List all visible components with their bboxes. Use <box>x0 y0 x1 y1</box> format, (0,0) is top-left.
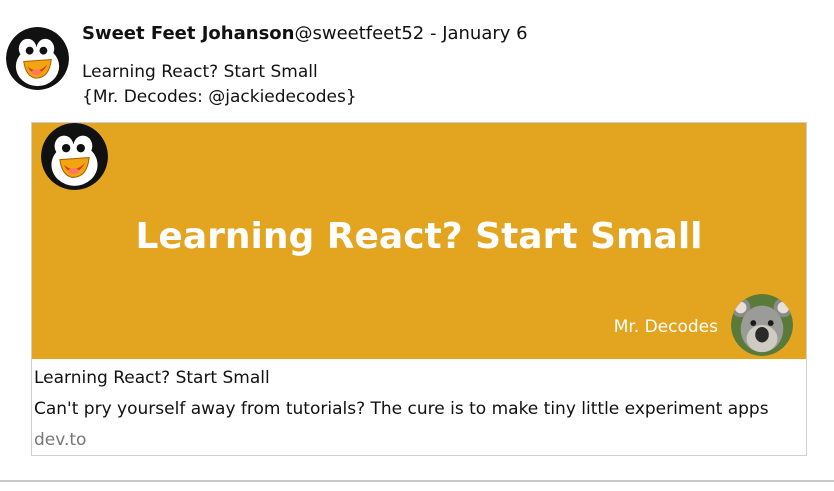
card-domain[interactable]: dev.to <box>34 428 86 452</box>
post-item: Sweet Feet Johanson@sweetfeet52 - Januar… <box>0 0 834 482</box>
penguin-avatar-icon[interactable] <box>6 27 69 90</box>
post-body-line: {Mr. Decodes: @jackiedecodes} <box>82 87 357 107</box>
penguin-logo-icon <box>41 123 108 190</box>
koala-avatar-icon <box>731 294 793 356</box>
post-date[interactable]: January 6 <box>442 23 527 44</box>
card-title[interactable]: Learning React? Start Small <box>34 366 270 390</box>
author-name[interactable]: Sweet Feet Johanson <box>82 23 294 44</box>
post-body: Learning React? Start Small {Mr. Decodes… <box>82 60 357 110</box>
banner-author-name: Mr. Decodes <box>613 317 718 337</box>
card-banner-image[interactable]: Learning React? Start Small Mr. Decodes <box>32 123 806 359</box>
post-header: Sweet Feet Johanson@sweetfeet52 - Januar… <box>82 22 528 46</box>
banner-title: Learning React? Start Small <box>135 216 703 257</box>
header-separator: - <box>424 23 443 44</box>
post-body-line: Learning React? Start Small <box>82 62 318 82</box>
author-handle[interactable]: @sweetfeet52 <box>294 23 424 44</box>
card-description: Can't pry yourself away from tutorials? … <box>34 399 769 419</box>
link-preview-card[interactable]: Learning React? Start Small Mr. Decodes … <box>31 122 807 456</box>
